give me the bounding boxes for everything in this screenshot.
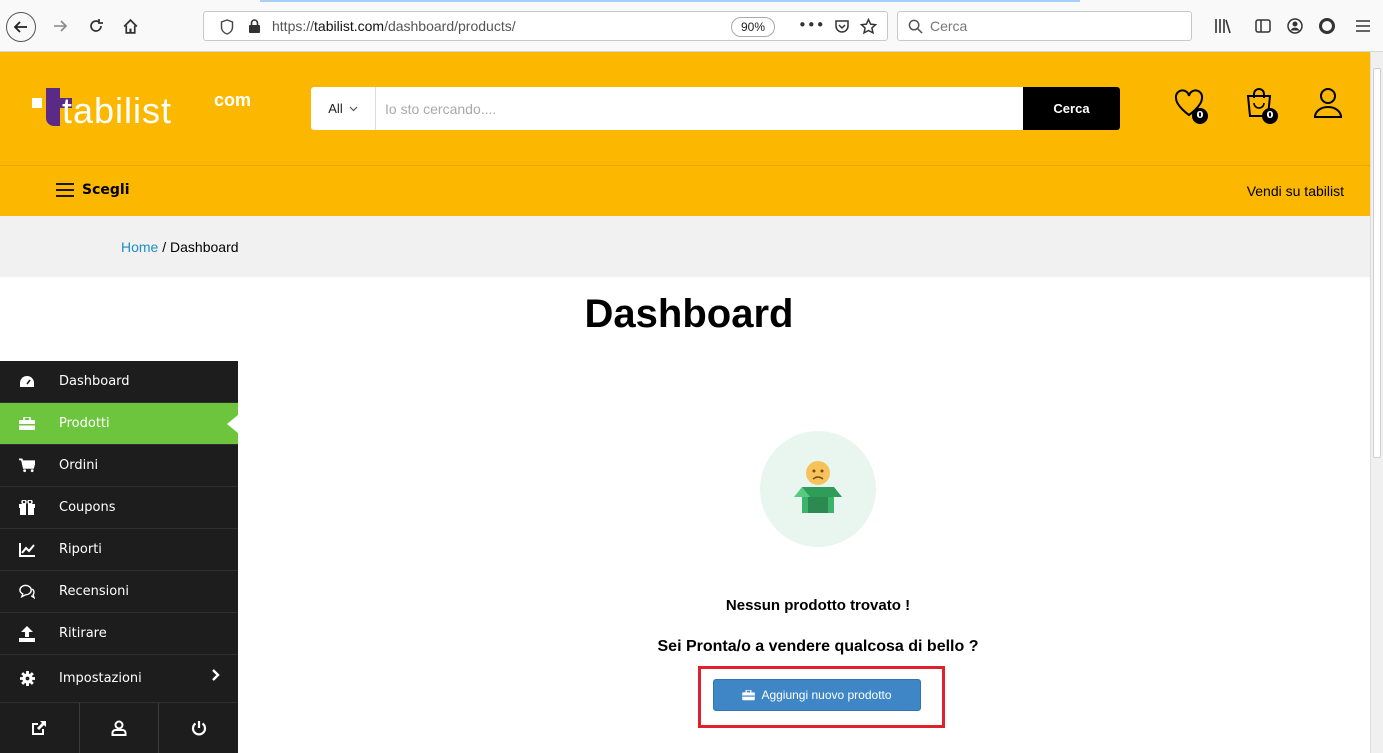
page-title: Dashboard	[584, 292, 794, 336]
power-icon	[191, 721, 206, 736]
logo-suffix: com	[214, 90, 252, 110]
browser-search-field[interactable]: Cerca	[897, 11, 1192, 41]
add-new-product-button[interactable]: Aggiungi nuovo prodotto	[713, 679, 921, 711]
cart-button[interactable]: 0	[1242, 86, 1282, 126]
sidebar-item-label: Ritirare	[59, 626, 107, 641]
bookmark-star-icon[interactable]	[860, 18, 877, 35]
category-select[interactable]: All	[311, 87, 376, 130]
page-actions-icon[interactable]: •••	[798, 16, 825, 34]
visit-store-button[interactable]	[0, 703, 80, 753]
sidebar-item-label: Dashboard	[59, 374, 130, 389]
cart-icon	[19, 458, 35, 474]
briefcase-icon	[19, 416, 35, 432]
sidebar-item-ritirare[interactable]: Ritirare	[0, 613, 238, 655]
vendor-sidebar: Dashboard Prodotti Ordini Coupons Riport…	[0, 361, 238, 753]
product-search-form: All Cerca	[311, 87, 1120, 130]
user-account-button[interactable]	[1312, 86, 1352, 126]
shield-icon	[220, 19, 234, 35]
sidebar-item-recensioni[interactable]: Recensioni	[0, 571, 238, 613]
cart-count-badge: 0	[1262, 108, 1278, 124]
sidebar-item-prodotti[interactable]: Prodotti	[0, 403, 238, 445]
briefcase-icon	[742, 689, 756, 700]
breadcrumb-home-link[interactable]: Home	[121, 239, 158, 255]
vpn-icon[interactable]	[1318, 17, 1336, 35]
sidebar-item-label: Ordini	[59, 458, 99, 473]
empty-state-title: Nessun prodotto trovato !	[725, 597, 911, 614]
home-button[interactable]	[118, 14, 142, 38]
sidebar-item-label: Recensioni	[59, 584, 130, 599]
address-bar[interactable]: https://tabilist.com/dashboard/products/…	[203, 11, 888, 41]
zoom-level-badge[interactable]: 90%	[731, 17, 775, 37]
gear-icon	[19, 671, 35, 687]
sidebar-item-label: Impostazioni	[59, 671, 142, 686]
pocket-icon[interactable]	[834, 18, 850, 34]
sad-box-icon	[794, 461, 842, 513]
search-icon	[908, 19, 923, 34]
empty-state-subtitle: Sei Pronta/o a vendere qualcosa di bello…	[657, 638, 979, 655]
breadcrumb-separator: /	[158, 239, 171, 255]
sidebar-item-coupons[interactable]: Coupons	[0, 487, 238, 529]
account-icon[interactable]	[1286, 17, 1304, 35]
comments-icon	[19, 584, 35, 600]
forward-button[interactable]	[48, 14, 72, 38]
chart-icon	[19, 542, 35, 558]
hamburger-icon	[56, 183, 74, 197]
back-arrow-icon	[13, 21, 27, 33]
chevron-right-icon	[212, 669, 220, 681]
user-icon	[1313, 88, 1343, 118]
reload-icon	[90, 19, 103, 32]
chevron-down-icon	[349, 106, 358, 111]
wishlist-count-badge: 0	[1192, 108, 1208, 124]
site-header: tabilist com All Cerca 0 0	[0, 52, 1370, 165]
wishlist-button[interactable]: 0	[1172, 86, 1212, 126]
search-button[interactable]: Cerca	[1023, 87, 1120, 130]
gift-icon	[19, 500, 35, 516]
sidebar-item-riporti[interactable]: Riporti	[0, 529, 238, 571]
sidebar-item-ordini[interactable]: Ordini	[0, 445, 238, 487]
categories-menu-toggle[interactable]: Scegli	[56, 182, 130, 198]
categories-menu-label: Scegli	[82, 182, 130, 198]
logo[interactable]: tabilist com	[32, 86, 282, 136]
user-icon	[111, 720, 127, 736]
home-icon	[123, 18, 137, 34]
browser-search-placeholder: Cerca	[930, 18, 968, 34]
loading-indicator	[260, 0, 1080, 2]
sidebar-item-label: Riporti	[59, 542, 102, 557]
product-search-input[interactable]	[385, 87, 1015, 130]
url-text: https://tabilist.com/dashboard/products/	[272, 18, 516, 34]
lock-icon	[249, 19, 260, 33]
library-icon[interactable]	[1214, 17, 1232, 35]
dashboard-icon	[19, 374, 35, 390]
category-select-value: All	[328, 101, 343, 116]
edit-account-button[interactable]	[80, 703, 160, 753]
logout-button[interactable]	[159, 703, 238, 753]
breadcrumb-current: Dashboard	[170, 239, 239, 255]
browser-toolbar: https://tabilist.com/dashboard/products/…	[0, 0, 1383, 52]
sidebar-item-impostazioni[interactable]: Impostazioni	[0, 655, 238, 703]
breadcrumb: Home / Dashboard	[121, 239, 239, 255]
empty-box-illustration	[760, 431, 876, 547]
forward-arrow-icon	[54, 20, 68, 32]
reload-button[interactable]	[84, 14, 108, 38]
sidebar-toggle-icon[interactable]	[1254, 17, 1272, 35]
hamburger-menu-icon[interactable]	[1355, 18, 1371, 34]
sidebar-item-label: Prodotti	[59, 416, 110, 431]
upload-icon	[19, 625, 35, 642]
sidebar-item-dashboard[interactable]: Dashboard	[0, 361, 238, 403]
back-button[interactable]	[6, 12, 36, 42]
add-new-product-label: Aggiungi nuovo prodotto	[761, 688, 892, 702]
breadcrumb-bar: Home / Dashboard	[0, 216, 1370, 277]
navigation-bar: Scegli Vendi su tabilist	[0, 165, 1370, 216]
sidebar-item-label: Coupons	[59, 500, 116, 515]
logo-text: tabilist	[62, 90, 173, 131]
scrollbar-thumb[interactable]	[1373, 68, 1381, 458]
external-link-icon	[32, 721, 47, 735]
sidebar-bottom-actions	[0, 703, 238, 753]
sell-on-tabilist-link[interactable]: Vendi su tabilist	[1247, 183, 1344, 199]
logo-mark-icon	[32, 98, 42, 108]
